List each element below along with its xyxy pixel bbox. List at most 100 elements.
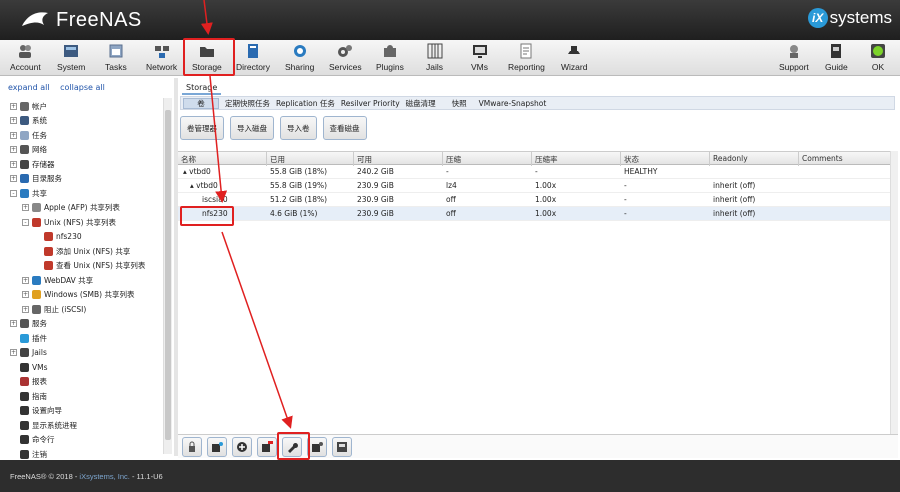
toolbar-network[interactable]: Network	[146, 43, 177, 75]
expand-toggle-icon[interactable]: +	[22, 291, 29, 298]
toolbar-plugins[interactable]: Plugins	[376, 43, 404, 75]
toolbar-jails[interactable]: Jails	[426, 43, 443, 75]
import-disk-button[interactable]: 导入磁盘	[230, 116, 274, 140]
toolbar-reporting[interactable]: Reporting	[508, 43, 545, 75]
toolbar-ok[interactable]: OK	[870, 43, 886, 75]
toolbar-guide[interactable]: Guide	[825, 43, 848, 75]
collapse-toggle-icon[interactable]: -	[10, 189, 17, 197]
change-permissions-button[interactable]	[332, 437, 352, 457]
tree-item[interactable]: + Jails	[10, 347, 47, 359]
tree-item[interactable]: 报表	[10, 376, 47, 388]
col-used[interactable]: 已用	[270, 154, 285, 165]
toolbar-vms[interactable]: VMs	[471, 43, 488, 75]
tree-item[interactable]: 插件	[10, 332, 47, 344]
tree-item-label: Windows (SMB) 共享列表	[44, 290, 135, 299]
tree-item[interactable]: VMs	[10, 361, 48, 373]
ixsystems-logo[interactable]: iX systems	[807, 8, 892, 28]
expand-toggle-icon[interactable]: +	[10, 175, 17, 182]
expand-toggle-icon[interactable]: +	[10, 102, 17, 110]
export-volume-button[interactable]	[182, 437, 202, 457]
tree-item[interactable]: 命令行	[10, 434, 55, 446]
tree-node-icon	[20, 362, 29, 372]
tree-item[interactable]: + 任务	[10, 129, 47, 141]
page-title[interactable]: Storage	[182, 82, 222, 95]
tab-replication[interactable]: Replication 任务	[276, 98, 335, 109]
expand-all-link[interactable]: expand all	[8, 83, 50, 92]
expand-toggle-icon[interactable]: +	[10, 117, 17, 124]
collapse-all-link[interactable]: collapse all	[60, 83, 105, 92]
toolbar-support[interactable]: Support	[779, 43, 809, 75]
expand-toggle-icon[interactable]: +	[22, 305, 29, 313]
company-link[interactable]: iXsystems, Inc.	[79, 472, 129, 481]
tree-item[interactable]: + 目录服务	[10, 173, 62, 185]
tab-scrubs[interactable]: 磁盘清理	[406, 98, 436, 109]
create-dataset-button[interactable]	[207, 437, 227, 457]
tree-scroll-thumb[interactable]	[165, 110, 171, 440]
tree-item[interactable]: + WebDAV 共享	[22, 274, 93, 286]
toolbar-wizard[interactable]: Wizard	[561, 43, 587, 75]
tree-scrollbar[interactable]	[163, 98, 172, 454]
tab-snapshots[interactable]: 快照	[452, 98, 467, 109]
tree-item[interactable]: 设置向导	[10, 405, 62, 417]
tab-periodic-snapshot[interactable]: 定期快照任务	[225, 98, 270, 109]
toolbar-services[interactable]: Services	[329, 43, 362, 75]
expand-toggle-icon[interactable]: +	[10, 146, 17, 153]
tree-item[interactable]: + 存储器	[10, 158, 55, 170]
tree-item[interactable]: + Apple (AFP) 共享列表	[22, 202, 120, 214]
col-readonly[interactable]: Readonly	[713, 154, 748, 163]
toolbar-system[interactable]: System	[57, 43, 85, 75]
tree-item[interactable]: - Unix (NFS) 共享列表	[22, 216, 116, 228]
toolbar-sharing[interactable]: Sharing	[285, 43, 314, 75]
delete-dataset-button[interactable]	[257, 437, 277, 457]
tree-item[interactable]: + 网络	[10, 144, 47, 156]
tree-item-label: 阻止 (iSCSI)	[44, 304, 87, 314]
col-status[interactable]: 状态	[624, 154, 639, 165]
add-button[interactable]	[232, 437, 252, 457]
tree-node-icon	[44, 246, 53, 256]
import-volume-button[interactable]: 导入卷	[280, 116, 317, 140]
view-disks-button[interactable]: 查看磁盘	[322, 116, 367, 140]
pane-splitter[interactable]	[174, 78, 178, 456]
toolbar-account[interactable]: Account	[10, 43, 41, 75]
tree-item[interactable]: 注销	[10, 448, 47, 460]
expand-toggle-icon[interactable]: +	[22, 204, 29, 211]
create-zvol-button[interactable]	[307, 437, 327, 457]
tab-resilver-priority[interactable]: Resilver Priority	[341, 99, 400, 108]
tree-item[interactable]: 显示系统进程	[10, 419, 77, 431]
tree-item[interactable]: - 共享	[10, 187, 47, 199]
tree-item[interactable]: + 服务	[10, 318, 47, 330]
table-row[interactable]: ▴ vtbd0 55.8 GiB (18%) 240.2 GiB - - HEA…	[178, 165, 890, 179]
collapse-toggle-icon[interactable]: -	[22, 218, 29, 226]
freenas-logo[interactable]: FreeNAS	[20, 6, 142, 34]
volume-manager-button[interactable]: 卷管理器	[180, 116, 224, 140]
toolbar-directory[interactable]: Directory	[236, 43, 270, 75]
table-row-selected[interactable]: nfs230 4.6 GiB (1%) 230.9 GiB off 1.00x …	[178, 207, 890, 221]
tree-item[interactable]: + 帐户	[10, 100, 47, 112]
tab-volumes[interactable]: 卷	[183, 97, 219, 109]
col-compression[interactable]: 压缩	[446, 154, 461, 165]
table-row[interactable]: ▴ vtbd0 55.8 GiB (19%) 230.9 GiB lz4 1.0…	[178, 179, 890, 193]
col-compression-ratio[interactable]: 压缩率	[535, 154, 558, 165]
expand-toggle-icon[interactable]: +	[10, 160, 17, 168]
tree-node-icon	[44, 261, 53, 270]
toolbar-tasks[interactable]: Tasks	[105, 43, 127, 75]
tree-item[interactable]: + 阻止 (iSCSI)	[22, 303, 86, 315]
col-available[interactable]: 可用	[357, 154, 372, 165]
expand-toggle-icon[interactable]: +	[10, 320, 17, 327]
tree-item[interactable]: 添加 Unix (NFS) 共享	[34, 245, 130, 257]
col-comments[interactable]: Comments	[802, 154, 843, 163]
tree-item[interactable]: + Windows (SMB) 共享列表	[22, 289, 134, 301]
gears-icon	[337, 43, 353, 59]
expand-toggle-icon[interactable]: +	[10, 349, 17, 356]
tree-item[interactable]: + 系统	[10, 115, 47, 127]
grid-scrollbar[interactable]	[890, 151, 898, 434]
tree-item[interactable]: 指南	[10, 390, 47, 402]
col-name[interactable]: 名称	[181, 154, 196, 165]
tab-vmware-snapshot[interactable]: VMware-Snapshot	[479, 99, 547, 108]
tree-item[interactable]: 查看 Unix (NFS) 共享列表	[34, 260, 145, 272]
tree-item[interactable]: nfs230	[34, 231, 82, 243]
delete-icon	[262, 441, 273, 452]
expand-toggle-icon[interactable]: +	[22, 276, 29, 284]
expand-toggle-icon[interactable]: +	[10, 131, 17, 139]
table-row[interactable]: iscsi80 51.2 GiB (18%) 230.9 GiB off 1.0…	[178, 193, 890, 207]
